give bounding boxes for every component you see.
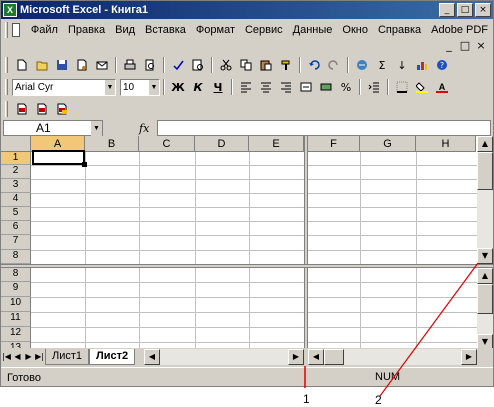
annotation-label-2: 2 — [375, 393, 382, 407]
annotation-line-2 — [379, 262, 479, 397]
annotation-lines — [304, 262, 479, 397]
annotation-label-1: 1 — [303, 392, 310, 406]
